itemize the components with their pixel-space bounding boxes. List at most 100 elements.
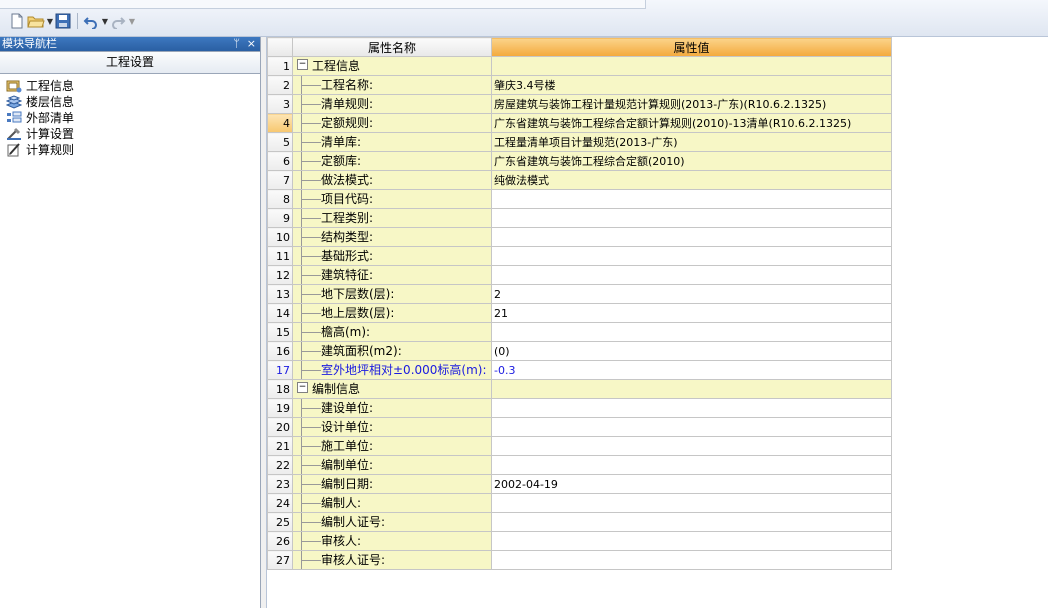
nav-item-calc-rules[interactable]: 计算规则 <box>0 142 260 158</box>
table-row[interactable]: 3 清单规则: 房屋建筑与装饰工程计量规范计算规则(2013-广东)(R10.6.2… <box>267 94 892 114</box>
save-icon[interactable] <box>54 12 72 30</box>
row-number[interactable]: 13 <box>267 284 293 304</box>
property-name-cell[interactable]: 室外地坪相对±0.000标高(m): <box>292 360 492 380</box>
table-row[interactable]: 4 定额规则: 广东省建筑与装饰工程综合定额计算规则(2010)-13清单(R10.… <box>267 113 892 133</box>
property-value-cell[interactable] <box>491 379 892 399</box>
table-row[interactable]: 13 地下层数(层): 2 <box>267 284 892 304</box>
table-row[interactable]: 27 审核人证号: <box>267 550 892 570</box>
row-number[interactable]: 27 <box>267 550 293 570</box>
property-name-cell[interactable]: 清单库: <box>292 132 492 152</box>
table-row[interactable]: 1− 工程信息 <box>267 56 892 76</box>
property-name-cell[interactable]: 编制日期: <box>292 474 492 494</box>
redo-icon[interactable] <box>109 12 127 30</box>
undo-dropdown-arrow[interactable]: ▼ <box>101 17 109 26</box>
property-value-cell[interactable] <box>491 208 892 228</box>
table-row[interactable]: 22 编制单位: <box>267 455 892 475</box>
property-value-cell[interactable]: -0.3 <box>491 360 892 380</box>
table-row[interactable]: 26 审核人: <box>267 531 892 551</box>
row-number[interactable]: 14 <box>267 303 293 323</box>
row-number[interactable]: 11 <box>267 246 293 266</box>
nav-section-title[interactable]: 工程设置 <box>0 51 260 74</box>
property-name-cell[interactable]: 设计单位: <box>292 417 492 437</box>
property-value-cell[interactable]: 2002-04-19 <box>491 474 892 494</box>
pin-icon[interactable]: ᛘ <box>233 37 240 51</box>
property-name-cell[interactable]: 清单规则: <box>292 94 492 114</box>
collapse-icon[interactable]: − <box>297 59 308 70</box>
row-number[interactable]: 7 <box>267 170 293 190</box>
row-number[interactable]: 9 <box>267 208 293 228</box>
table-row[interactable]: 15 檐高(m): <box>267 322 892 342</box>
table-row[interactable]: 14 地上层数(层): 21 <box>267 303 892 323</box>
property-name-cell[interactable]: 编制人: <box>292 493 492 513</box>
property-value-cell[interactable]: 房屋建筑与装饰工程计量规范计算规则(2013-广东)(R10.6.2.1325) <box>491 94 892 114</box>
property-name-cell[interactable]: 定额规则: <box>292 113 492 133</box>
row-number[interactable]: 25 <box>267 512 293 532</box>
table-row[interactable]: 8 项目代码: <box>267 189 892 209</box>
table-row[interactable]: 23 编制日期: 2002-04-19 <box>267 474 892 494</box>
table-row[interactable]: 9 工程类别: <box>267 208 892 228</box>
row-number[interactable]: 6 <box>267 151 293 171</box>
property-name-cell[interactable]: 编制人证号: <box>292 512 492 532</box>
property-name-cell[interactable]: 工程类别: <box>292 208 492 228</box>
row-number[interactable]: 4 <box>267 113 293 133</box>
row-number[interactable]: 21 <box>267 436 293 456</box>
property-value-cell[interactable] <box>491 56 892 76</box>
property-name-cell[interactable]: 檐高(m): <box>292 322 492 342</box>
property-value-cell[interactable]: 广东省建筑与装饰工程综合定额(2010) <box>491 151 892 171</box>
property-value-cell[interactable] <box>491 493 892 513</box>
property-name-cell[interactable]: 建设单位: <box>292 398 492 418</box>
table-row[interactable]: 11 基础形式: <box>267 246 892 266</box>
close-icon[interactable]: × <box>247 37 256 51</box>
table-row[interactable]: 10 结构类型: <box>267 227 892 247</box>
row-number[interactable]: 15 <box>267 322 293 342</box>
property-name-cell[interactable]: 编制单位: <box>292 455 492 475</box>
property-value-cell[interactable] <box>491 417 892 437</box>
property-value-cell[interactable] <box>491 322 892 342</box>
table-row[interactable]: 19 建设单位: <box>267 398 892 418</box>
row-number[interactable]: 2 <box>267 75 293 95</box>
row-number[interactable]: 23 <box>267 474 293 494</box>
property-name-cell[interactable]: 地上层数(层): <box>292 303 492 323</box>
property-value-cell[interactable] <box>491 398 892 418</box>
table-row[interactable]: 7 做法模式: 纯做法模式 <box>267 170 892 190</box>
table-row[interactable]: 21 施工单位: <box>267 436 892 456</box>
nav-item-project-info[interactable]: 工程信息 <box>0 78 260 94</box>
row-number[interactable]: 5 <box>267 132 293 152</box>
property-name-cell[interactable]: 工程名称: <box>292 75 492 95</box>
open-folder-icon[interactable] <box>27 12 45 30</box>
table-row[interactable]: 16 建筑面积(m2): (0) <box>267 341 892 361</box>
row-number[interactable]: 17 <box>267 360 293 380</box>
nav-item-calc-settings[interactable]: 计算设置 <box>0 126 260 142</box>
nav-item-external-list[interactable]: 外部清单 <box>0 110 260 126</box>
property-value-cell[interactable]: 肇庆3.4号楼 <box>491 75 892 95</box>
row-number[interactable]: 19 <box>267 398 293 418</box>
property-value-cell[interactable] <box>491 227 892 247</box>
table-row[interactable]: 24 编制人: <box>267 493 892 513</box>
property-value-cell[interactable] <box>491 246 892 266</box>
new-file-icon[interactable] <box>8 12 26 30</box>
property-name-cell[interactable]: − 工程信息 <box>292 56 492 76</box>
row-number[interactable]: 16 <box>267 341 293 361</box>
property-name-cell[interactable]: − 编制信息 <box>292 379 492 399</box>
open-dropdown-arrow[interactable]: ▼ <box>46 17 54 26</box>
column-header-name[interactable]: 属性名称 <box>292 37 492 57</box>
row-number[interactable]: 26 <box>267 531 293 551</box>
property-name-cell[interactable]: 定额库: <box>292 151 492 171</box>
property-name-cell[interactable]: 建筑面积(m2): <box>292 341 492 361</box>
property-value-cell[interactable] <box>491 531 892 551</box>
table-row[interactable]: 25 编制人证号: <box>267 512 892 532</box>
property-name-cell[interactable]: 结构类型: <box>292 227 492 247</box>
property-value-cell[interactable]: 21 <box>491 303 892 323</box>
collapse-icon[interactable]: − <box>297 382 308 393</box>
property-value-cell[interactable] <box>491 455 892 475</box>
table-row[interactable]: 20 设计单位: <box>267 417 892 437</box>
property-name-cell[interactable]: 审核人: <box>292 531 492 551</box>
property-value-cell[interactable] <box>491 189 892 209</box>
property-name-cell[interactable]: 做法模式: <box>292 170 492 190</box>
row-number[interactable]: 10 <box>267 227 293 247</box>
row-number[interactable]: 18 <box>267 379 293 399</box>
property-value-cell[interactable]: 纯做法模式 <box>491 170 892 190</box>
property-value-cell[interactable]: (0) <box>491 341 892 361</box>
property-value-cell[interactable]: 工程量清单项目计量规范(2013-广东) <box>491 132 892 152</box>
table-row[interactable]: 5 清单库: 工程量清单项目计量规范(2013-广东) <box>267 132 892 152</box>
